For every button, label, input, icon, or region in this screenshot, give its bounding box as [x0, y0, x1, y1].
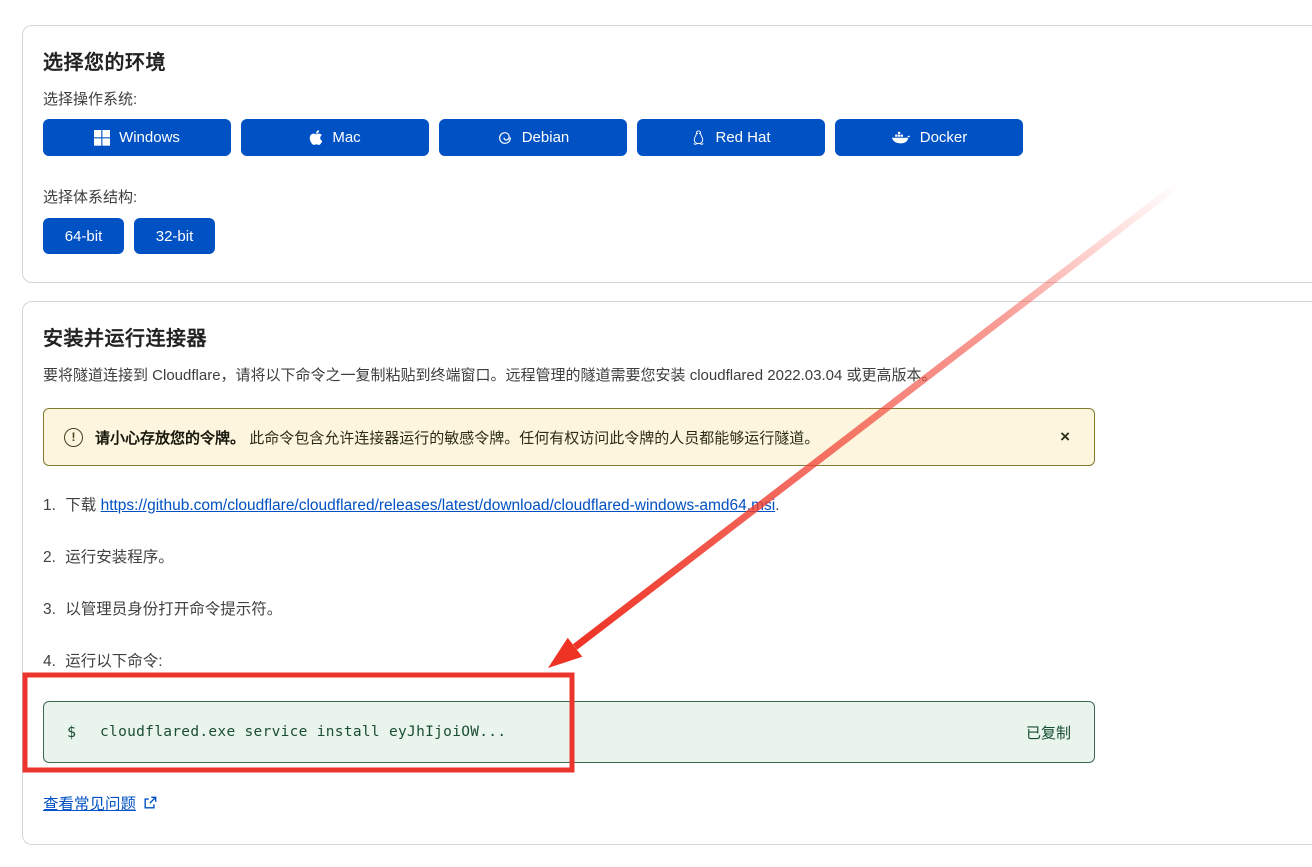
os-button-redhat[interactable]: Red Hat: [637, 119, 825, 156]
step-text: 下载: [65, 497, 96, 514]
environment-title: 选择您的环境: [43, 46, 1307, 75]
arch-button-32bit[interactable]: 32-bit: [134, 218, 215, 254]
faq-row: 查看常见问题: [43, 792, 1307, 814]
command-prompt: $: [67, 723, 76, 741]
os-button-label: Mac: [332, 129, 360, 146]
alert-circle-icon: !: [64, 428, 83, 447]
install-card: 安装并运行连接器 要将隧道连接到 Cloudflare，请将以下命令之一复制粘贴…: [22, 301, 1312, 845]
download-link[interactable]: https://github.com/cloudflare/cloudflare…: [101, 497, 776, 514]
warning-bold-text: 请小心存放您的令牌。: [95, 430, 245, 447]
token-warning-banner: ! 请小心存放您的令牌。 此命令包含允许连接器运行的敏感令牌。任何有权访问此令牌…: [43, 408, 1095, 466]
warning-body-text: 此命令包含允许连接器运行的敏感令牌。任何有权访问此令牌的人员都能够运行隧道。: [249, 430, 819, 447]
environment-card: 选择您的环境 选择操作系统: Windows Mac Debian Red Ha…: [22, 25, 1312, 283]
os-button-mac[interactable]: Mac: [241, 119, 429, 156]
os-label: 选择操作系统:: [43, 88, 1307, 109]
step-number: 4.: [43, 653, 56, 670]
os-button-row: Windows Mac Debian Red Hat Docker: [43, 119, 1307, 156]
step-number: 2.: [43, 549, 56, 566]
debian-swirl-icon: [497, 130, 513, 146]
os-button-label: Windows: [119, 129, 180, 146]
step-text: 运行安装程序。: [65, 549, 174, 566]
arch-button-64bit[interactable]: 64-bit: [43, 218, 124, 254]
install-title: 安装并运行连接器: [43, 322, 1307, 351]
step-3: 3. 以管理员身份打开命令提示符。: [43, 597, 1307, 619]
os-button-label: Docker: [920, 129, 968, 146]
step-1: 1. 下载 https://github.com/cloudflare/clou…: [43, 493, 1307, 515]
docker-whale-icon: [891, 130, 911, 145]
faq-link[interactable]: 查看常见问题: [43, 792, 136, 814]
os-button-docker[interactable]: Docker: [835, 119, 1023, 156]
os-button-windows[interactable]: Windows: [43, 119, 231, 156]
arch-button-row: 64-bit 32-bit: [43, 218, 1307, 254]
step-number: 1.: [43, 497, 56, 514]
command-text: cloudflared.exe service install eyJhIjoi…: [100, 724, 506, 740]
step-number: 3.: [43, 601, 56, 618]
step-text: 以管理员身份打开命令提示符。: [65, 601, 282, 618]
step-text-suffix: .: [775, 497, 779, 514]
copied-button[interactable]: 已复制: [1026, 722, 1071, 743]
arch-label: 选择体系结构:: [43, 186, 1307, 207]
step-4: 4. 运行以下命令:: [43, 649, 1307, 671]
os-button-label: Debian: [522, 129, 570, 146]
external-link-icon: [143, 796, 157, 810]
os-button-label: Red Hat: [715, 129, 770, 146]
command-box[interactable]: $ cloudflared.exe service install eyJhIj…: [43, 701, 1095, 763]
step-text: 运行以下命令:: [65, 653, 162, 670]
step-2: 2. 运行安装程序。: [43, 545, 1307, 567]
warning-text: 请小心存放您的令牌。 此命令包含允许连接器运行的敏感令牌。任何有权访问此令牌的人…: [95, 427, 819, 448]
os-button-debian[interactable]: Debian: [439, 119, 627, 156]
windows-icon: [94, 130, 110, 146]
tux-penguin-icon: [691, 129, 706, 146]
apple-icon: [309, 129, 323, 146]
install-intro: 要将隧道连接到 Cloudflare，请将以下命令之一复制粘贴到终端窗口。远程管…: [43, 364, 1307, 385]
close-icon[interactable]: ×: [1054, 425, 1076, 449]
